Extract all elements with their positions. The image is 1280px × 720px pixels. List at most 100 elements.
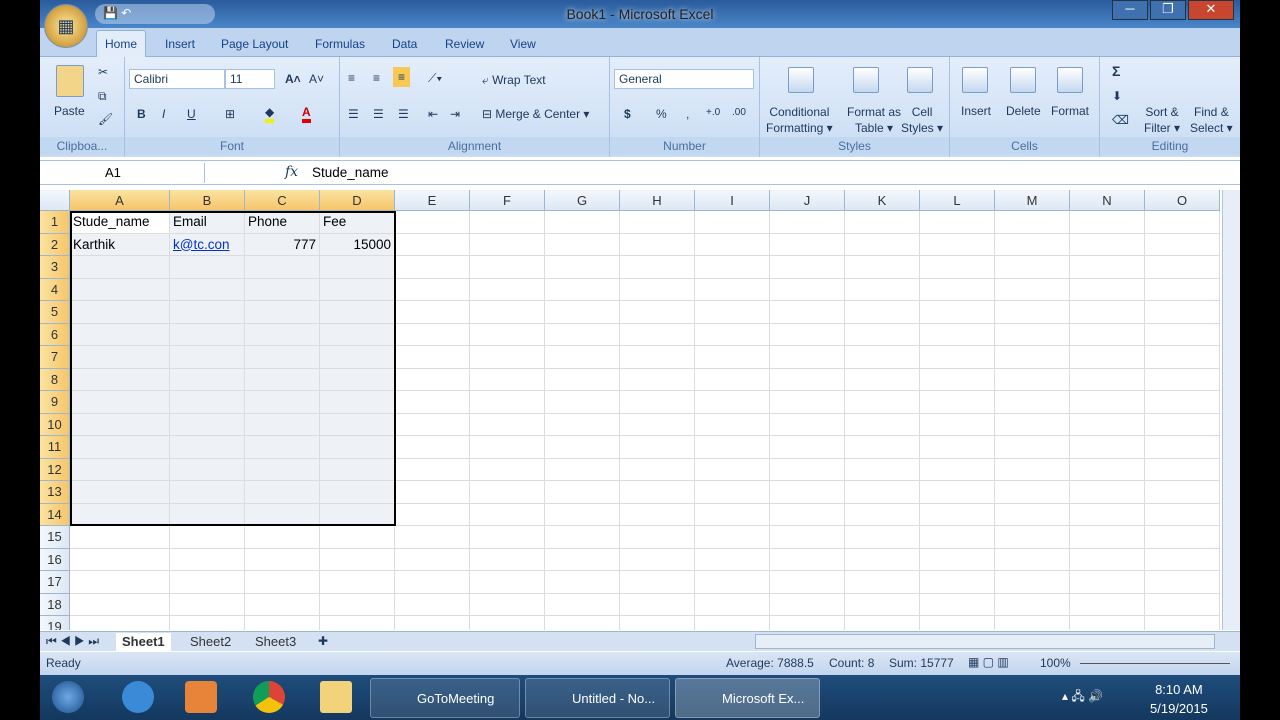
cell-C12[interactable] — [245, 458, 320, 481]
cell-A10[interactable] — [70, 413, 170, 436]
cell-I11[interactable] — [695, 436, 770, 459]
cell-O16[interactable] — [1145, 548, 1220, 571]
delete-cells-button[interactable]: Delete — [1006, 104, 1041, 118]
align-center-icon[interactable]: ☰ — [373, 107, 384, 121]
file-explorer-icon[interactable] — [320, 681, 352, 713]
cell-A3[interactable] — [70, 256, 170, 279]
cell-L12[interactable] — [920, 458, 995, 481]
cell-E15[interactable] — [395, 526, 470, 549]
borders-icon[interactable]: ⊞ — [225, 107, 235, 121]
column-header-D[interactable]: D — [320, 190, 395, 211]
row-header-11[interactable]: 11 — [40, 436, 70, 459]
cell-L7[interactable] — [920, 346, 995, 369]
cell-M17[interactable] — [995, 571, 1070, 594]
tab-formulas[interactable]: Formulas — [315, 37, 365, 51]
minimize-button[interactable]: ─ — [1112, 0, 1148, 20]
close-button[interactable]: ✕ — [1188, 0, 1234, 20]
cell-B5[interactable] — [170, 301, 245, 324]
cell-E3[interactable] — [395, 256, 470, 279]
cell-G11[interactable] — [545, 436, 620, 459]
cell-K19[interactable] — [845, 616, 920, 630]
cell-M15[interactable] — [995, 526, 1070, 549]
cell-N7[interactable] — [1070, 346, 1145, 369]
cell-D2[interactable]: 15000 — [320, 233, 395, 256]
cell-I9[interactable] — [695, 391, 770, 414]
number-format-select[interactable]: General — [614, 69, 754, 89]
cell-J18[interactable] — [770, 593, 845, 616]
delete-cells-icon[interactable] — [1010, 67, 1036, 93]
cell-D14[interactable] — [320, 503, 395, 526]
cell-A1[interactable]: Stude_name — [70, 211, 170, 234]
cell-H19[interactable] — [620, 616, 695, 630]
cell-N9[interactable] — [1070, 391, 1145, 414]
column-header-O[interactable]: O — [1145, 190, 1220, 211]
column-header-L[interactable]: L — [920, 190, 995, 211]
cell-N1[interactable] — [1070, 211, 1145, 234]
cell-G19[interactable] — [545, 616, 620, 630]
cell-E8[interactable] — [395, 368, 470, 391]
cell-G9[interactable] — [545, 391, 620, 414]
view-buttons[interactable]: ▦ ▢ ▥ — [968, 655, 1009, 669]
row-header-2[interactable]: 2 — [40, 233, 70, 256]
column-header-G[interactable]: G — [545, 190, 620, 211]
cell-A17[interactable] — [70, 571, 170, 594]
cell-C15[interactable] — [245, 526, 320, 549]
cell-M6[interactable] — [995, 323, 1070, 346]
cell-B19[interactable] — [170, 616, 245, 630]
cell-G6[interactable] — [545, 323, 620, 346]
cell-B18[interactable] — [170, 593, 245, 616]
italic-button[interactable]: I — [162, 107, 165, 121]
cell-E19[interactable] — [395, 616, 470, 630]
font-color-button[interactable]: A — [302, 105, 311, 123]
cell-L17[interactable] — [920, 571, 995, 594]
cell-D17[interactable] — [320, 571, 395, 594]
cell-E16[interactable] — [395, 548, 470, 571]
cell-G14[interactable] — [545, 503, 620, 526]
cell-F14[interactable] — [470, 503, 545, 526]
cell-A8[interactable] — [70, 368, 170, 391]
row-header-14[interactable]: 14 — [40, 503, 70, 526]
cell-O10[interactable] — [1145, 413, 1220, 436]
cell-K2[interactable] — [845, 233, 920, 256]
cell-J11[interactable] — [770, 436, 845, 459]
cell-L18[interactable] — [920, 593, 995, 616]
cell-G12[interactable] — [545, 458, 620, 481]
cell-I10[interactable] — [695, 413, 770, 436]
cell-I12[interactable] — [695, 458, 770, 481]
cell-M2[interactable] — [995, 233, 1070, 256]
cell-G10[interactable] — [545, 413, 620, 436]
cell-B3[interactable] — [170, 256, 245, 279]
formula-input[interactable]: Stude_name — [312, 165, 389, 180]
cell-D12[interactable] — [320, 458, 395, 481]
cell-M11[interactable] — [995, 436, 1070, 459]
tab-insert[interactable]: Insert — [165, 37, 195, 51]
cell-B17[interactable] — [170, 571, 245, 594]
cell-B11[interactable] — [170, 436, 245, 459]
column-header-F[interactable]: F — [470, 190, 545, 211]
cell-L9[interactable] — [920, 391, 995, 414]
cell-M8[interactable] — [995, 368, 1070, 391]
cell-F5[interactable] — [470, 301, 545, 324]
cell-H13[interactable] — [620, 481, 695, 504]
cell-O12[interactable] — [1145, 458, 1220, 481]
cell-C5[interactable] — [245, 301, 320, 324]
cell-B1[interactable]: Email — [170, 211, 245, 234]
column-header-M[interactable]: M — [995, 190, 1070, 211]
align-bottom-icon[interactable]: ≡ — [393, 67, 411, 87]
cell-A5[interactable] — [70, 301, 170, 324]
clock[interactable]: 8:10 AM 5/19/2015 — [1150, 680, 1208, 718]
cell-E11[interactable] — [395, 436, 470, 459]
cell-O8[interactable] — [1145, 368, 1220, 391]
cell-F1[interactable] — [470, 211, 545, 234]
cell-B15[interactable] — [170, 526, 245, 549]
row-header-17[interactable]: 17 — [40, 571, 70, 594]
sheet-tab-sheet2[interactable]: Sheet2 — [184, 633, 237, 651]
cell-H6[interactable] — [620, 323, 695, 346]
cell-D6[interactable] — [320, 323, 395, 346]
column-header-A[interactable]: A — [70, 190, 170, 211]
cell-E4[interactable] — [395, 278, 470, 301]
cell-N13[interactable] — [1070, 481, 1145, 504]
cell-C6[interactable] — [245, 323, 320, 346]
column-header-I[interactable]: I — [695, 190, 770, 211]
cell-L8[interactable] — [920, 368, 995, 391]
